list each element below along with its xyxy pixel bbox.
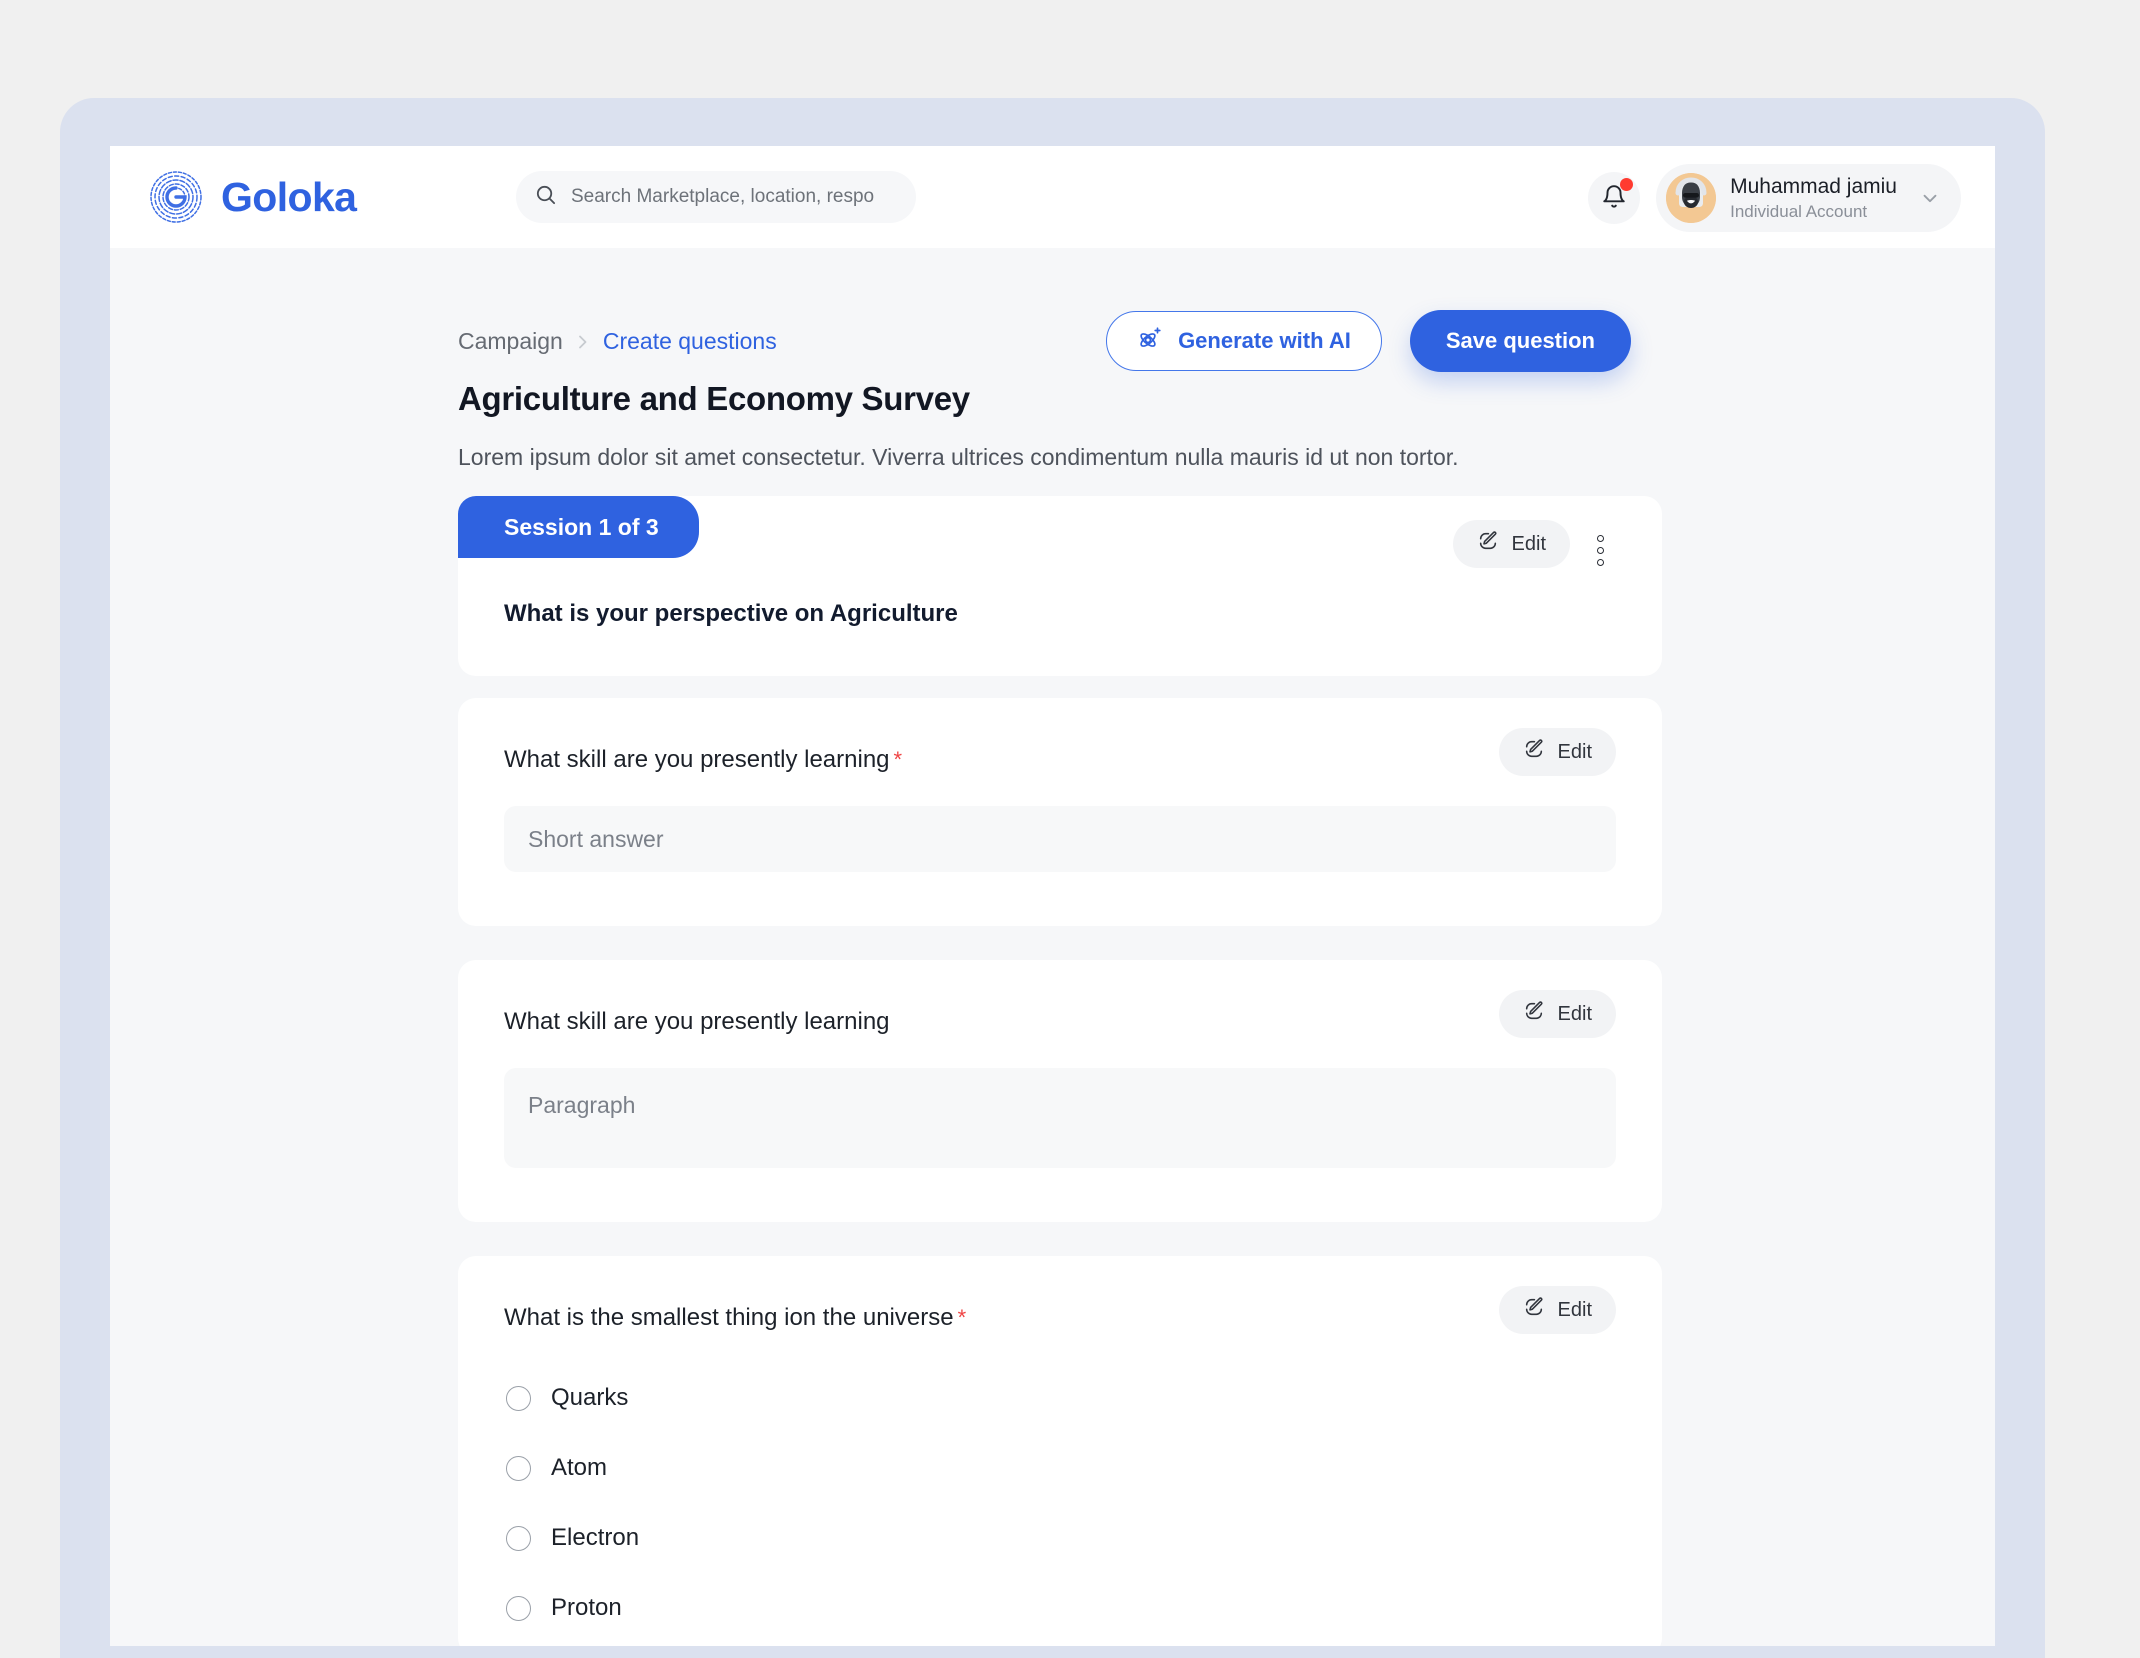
required-marker: * [957,1305,967,1330]
radio-option-label: Quarks [551,1384,629,1411]
edit-pencil-icon [1523,738,1545,766]
edit-pencil-icon [1523,1000,1545,1028]
generate-with-ai-label: Generate with AI [1178,328,1351,353]
radio-icon[interactable] [506,1455,531,1481]
radio-option-label: Electron [551,1524,640,1551]
radio-option-quarks[interactable]: Quarks [506,1384,628,1412]
chevron-right-icon [577,333,589,351]
main-content: Campaign Create questions Generate with … [110,248,1995,1646]
question-1-label: What skill are you presently learning * [504,746,902,774]
account-type: Individual Account [1730,201,1868,221]
radio-option-label: Atom [551,1454,608,1481]
radio-option-label: Proton [551,1594,622,1621]
page-description: Lorem ipsum dolor sit amet consectetur. … [458,444,1459,470]
question-3-edit-button[interactable]: Edit [1498,1286,1616,1334]
search-bar[interactable] [516,171,916,223]
question-1-short-answer-input[interactable]: Short answer [504,806,1616,872]
question-2-text: What skill are you presently learning [504,1008,890,1035]
avatar [1666,173,1717,223]
brand-name: Goloka [221,173,357,220]
top-bar-right: Muhammad jamiu Individual Account [1588,164,1961,232]
session-card: Session 1 of 3 Edit What is your perspec… [458,496,1662,676]
account-name: Muhammad jamiu [1730,175,1897,199]
session-question-text: What is your perspective on Agriculture [504,600,958,627]
page-title: Agriculture and Economy Survey [458,380,970,417]
search-icon [534,183,557,211]
radio-icon[interactable] [506,1525,531,1551]
save-question-button[interactable]: Save question [1409,310,1631,372]
radio-option-proton[interactable]: Proton [506,1594,622,1622]
question-card-1: What skill are you presently learning * E… [458,698,1662,926]
required-marker: * [893,747,903,772]
search-input[interactable] [571,186,898,208]
account-text: Muhammad jamiu Individual Account [1730,174,1897,222]
chevron-down-icon[interactable] [1919,187,1941,209]
session-edit-button[interactable]: Edit [1452,520,1570,568]
question-2-paragraph-input[interactable]: Paragraph [504,1068,1616,1168]
kebab-menu-icon[interactable] [1586,528,1614,572]
account-menu[interactable]: Muhammad jamiu Individual Account [1656,164,1961,232]
question-2-label: What skill are you presently learning [504,1008,894,1036]
question-3-edit-label: Edit [1557,1298,1592,1321]
session-edit-label: Edit [1511,532,1546,555]
question-1-edit-label: Edit [1557,740,1592,763]
question-card-2: What skill are you presently learning Ed… [458,960,1662,1222]
breadcrumb-item-campaign[interactable]: Campaign [458,328,563,355]
radio-option-electron[interactable]: Electron [506,1524,639,1552]
question-2-edit-label: Edit [1557,1002,1592,1025]
top-bar: Goloka Search Marketplace, location, res… [110,146,1995,248]
breadcrumb-item-create-questions[interactable]: Create questions [603,328,777,355]
question-1-edit-button[interactable]: Edit [1498,728,1616,776]
edit-pencil-icon [1477,530,1499,558]
radio-option-atom[interactable]: Atom [506,1454,607,1482]
page-actions: Generate with AI Save question [1106,310,1631,372]
radio-icon[interactable] [506,1595,531,1621]
question-3-text: What is the smallest thing ion the unive… [504,1304,954,1331]
edit-pencil-icon [1523,1296,1545,1324]
generate-with-ai-button[interactable]: Generate with AI [1106,311,1382,371]
app-window: Goloka Search Marketplace, location, res… [110,146,1995,1646]
question-1-text: What skill are you presently learning [504,746,890,773]
question-2-edit-button[interactable]: Edit [1498,990,1616,1038]
notification-badge-dot [1620,178,1634,191]
brand-logo[interactable]: Goloka [148,169,357,225]
atom-sparkle-icon [1137,325,1163,357]
question-3-label: What is the smallest thing ion the unive… [504,1304,966,1332]
session-tab[interactable]: Session 1 of 3 [458,496,699,558]
notification-bell-button[interactable] [1588,172,1641,224]
breadcrumb: Campaign Create questions [458,328,777,355]
radio-icon[interactable] [506,1385,531,1411]
fingerprint-logo-icon [148,169,204,225]
question-card-3: What is the smallest thing ion the unive… [458,1256,1662,1646]
